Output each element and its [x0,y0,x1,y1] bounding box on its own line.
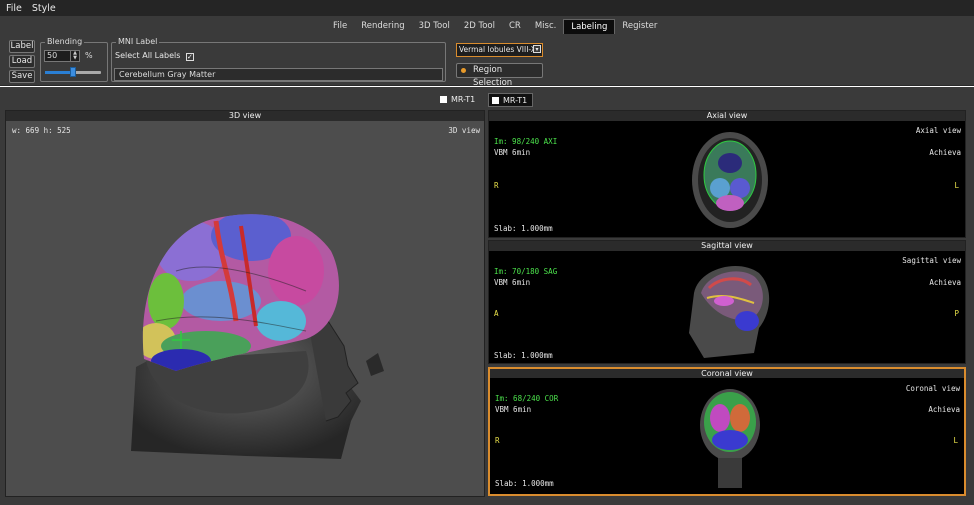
tab-3d-tool[interactable]: 3D Tool [411,19,457,34]
mni-label-group: MNI Label Select All Labels ✓ Cerebellum… [111,37,446,82]
menu-bar: File Style [0,0,974,16]
axial-view-panel[interactable]: Axial view Im: 98/240 AXI VBM 6min Axial… [488,110,966,238]
sagittal-slice-image [689,265,770,358]
tab-bar: File Rendering 3D Tool 2D Tool CR Misc. … [0,16,974,36]
save-button[interactable]: Save [9,70,35,83]
axial-right-orient: L [954,181,959,190]
coronal-view-panel[interactable]: Coronal view Coronal view Im: 68/240 COR… [488,367,966,496]
tab-file[interactable]: File [326,19,355,34]
blending-title: Blending [45,37,85,47]
blending-unit: % [85,51,93,60]
sagittal-vendor: Achieva [929,278,961,287]
sagittal-sequence: VBM 6min [494,278,531,287]
coronal-slice-image [700,389,760,488]
axial-view-label: Axial view [915,126,961,135]
view-tab-mr-t1-left[interactable]: MR-T1 [437,93,480,107]
axial-view-title: Axial view [489,111,965,121]
coronal-left-orient: L [953,436,958,445]
coronal-image-index: Im: 68/240 COR [495,394,559,403]
view-square-icon [440,96,447,103]
region-dropdown-value: Vermal lobules VIII-X [459,45,536,54]
spin-arrows-icon[interactable]: ▲ ▼ [70,51,79,61]
blending-spinbox[interactable]: 50 ▲ ▼ [44,50,80,62]
axial-slice-image [692,132,768,228]
coronal-sequence: VBM 6min [495,405,532,414]
tab-2d-tool[interactable]: 2D Tool [456,19,502,34]
3d-view-panel[interactable]: 3D view w: 669 h: 525 3D view [5,110,485,497]
view-tab-label: MR-T1 [503,96,528,105]
blending-value: 50 [47,51,58,60]
blending-slider-handle[interactable] [70,67,76,77]
tab-labeling[interactable]: Labeling [563,19,616,34]
tab-cr[interactable]: CR [501,19,528,34]
region-selection-button[interactable]: Region Selection [456,63,543,88]
axial-left-orient: R [494,181,499,190]
axial-vendor: Achieva [929,148,961,157]
label-button[interactable]: Label [9,40,35,53]
load-button[interactable]: Load [9,55,35,68]
view-tab-label: MR-T1 [451,95,476,104]
sagittal-view-title: Sagittal view [489,241,965,251]
tab-register[interactable]: Register [615,19,665,34]
sagittal-anterior-orient: A [494,309,499,318]
select-all-checkbox[interactable]: ✓ [185,53,194,61]
current-label-field[interactable]: Cerebellum Gray Matter [114,68,443,81]
sagittal-view-label: Sagittal view [902,256,961,265]
view-square-icon [492,97,499,104]
chevron-down-icon[interactable]: ▾ [533,45,541,53]
axial-sequence: VBM 6min [494,148,531,157]
coronal-vendor: Achieva [928,405,960,414]
view-selector-bar: MR-T1 MR-T1 [0,87,974,108]
axial-image-index: Im: 98/240 AXI [494,137,558,146]
mni-label-title: MNI Label [116,37,160,47]
axial-slab: Slab: 1.000mm [494,224,553,233]
sagittal-image-index: Im: 70/180 SAG [494,267,558,276]
menu-file[interactable]: File [6,3,22,14]
3d-head-render [131,214,384,459]
radio-dot-icon [461,68,466,73]
menu-style[interactable]: Style [32,3,56,14]
sagittal-view-panel[interactable]: Sagittal view Sagittal view Im: 70/180 S… [488,240,966,364]
sagittal-slab: Slab: 1.000mm [494,351,553,360]
select-all-labels-row[interactable]: Select All Labels ✓ [115,51,194,61]
region-dropdown[interactable]: Vermal lobules VIII-X ▾ [456,43,543,57]
coronal-view-label: Coronal view [905,384,960,393]
3d-view-title: 3D view [6,111,484,121]
labeling-toolbar: Label Load Save Blending 50 ▲ ▼ % MNI Lab… [0,36,974,88]
select-all-labels-text: Select All Labels [115,51,181,60]
coronal-view-title: Coronal view [490,369,964,378]
sagittal-posterior-orient: P [954,309,959,318]
blending-slider-fill [45,71,73,74]
coronal-slab: Slab: 1.000mm [495,479,554,488]
view-tab-mr-t1-right[interactable]: MR-T1 [488,93,534,107]
coronal-right-orient: R [495,436,500,445]
blending-group: Blending 50 ▲ ▼ % [40,37,108,82]
region-selection-label: Region Selection [473,65,513,88]
tab-rendering[interactable]: Rendering [354,19,412,34]
tab-misc[interactable]: Misc. [527,19,564,34]
